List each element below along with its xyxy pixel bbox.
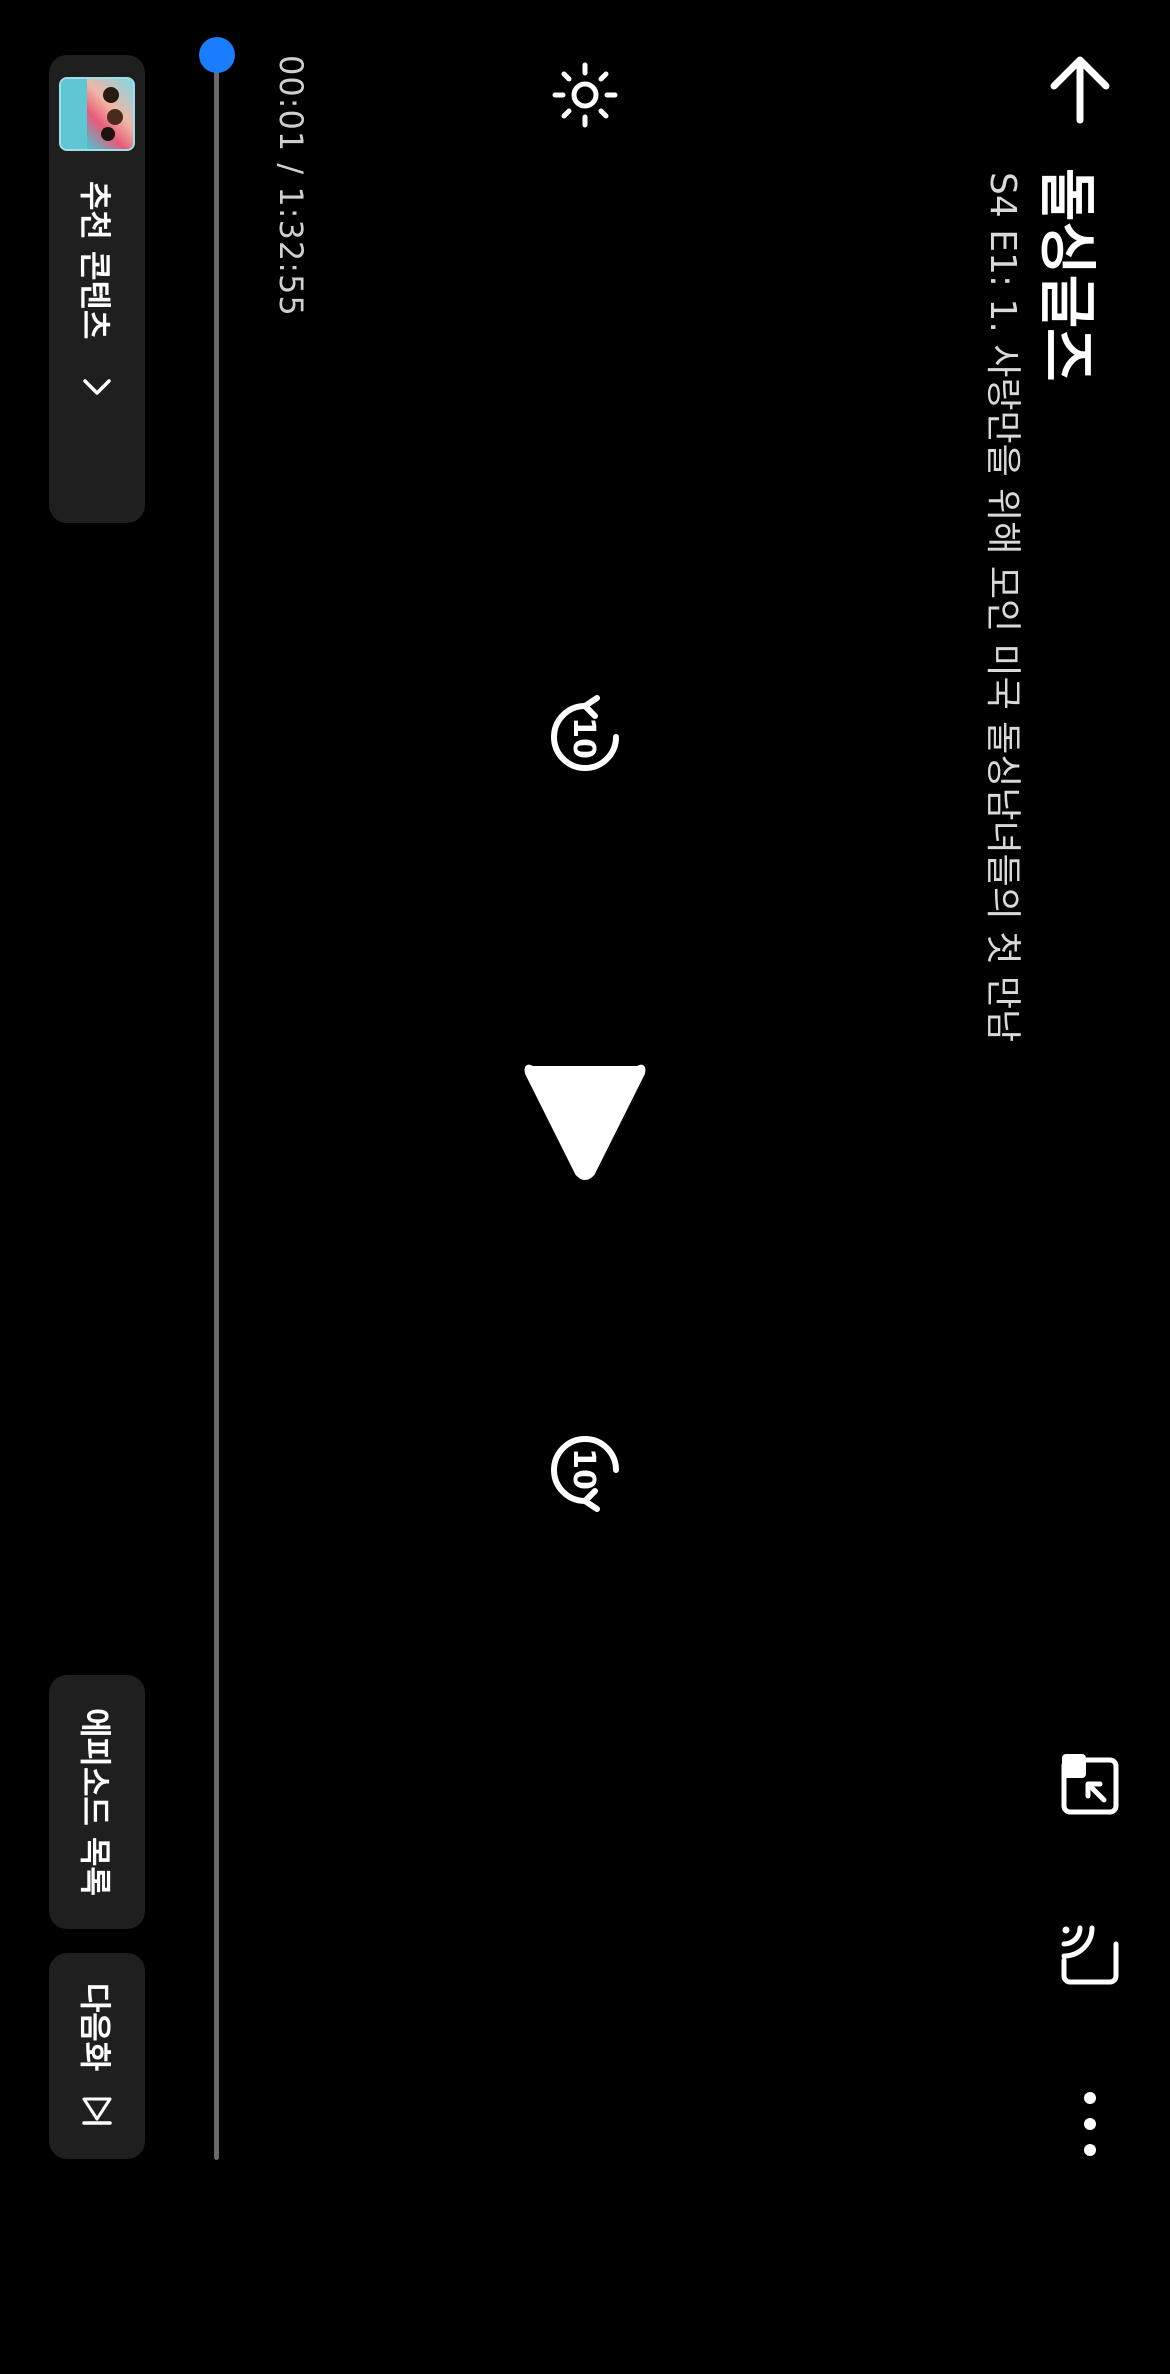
skip-next-icon bbox=[82, 2097, 112, 2125]
seekbar-track[interactable] bbox=[214, 55, 219, 2160]
next-episode-label: 다음화 bbox=[76, 1982, 114, 2072]
back-button[interactable] bbox=[1030, 40, 1130, 140]
cast-icon bbox=[1061, 1925, 1119, 1985]
pip-button[interactable] bbox=[1046, 1744, 1130, 1824]
rewind-seconds-label: 10 bbox=[566, 717, 601, 759]
recommended-content-button[interactable]: 추천 콘텐츠 bbox=[49, 55, 145, 523]
next-episode-button[interactable]: 다음화 bbox=[49, 1953, 145, 2159]
seekbar-handle[interactable] bbox=[199, 37, 235, 73]
episode-list-button[interactable]: 에피소드 목록 bbox=[49, 1675, 145, 1929]
arrow-left-icon bbox=[1050, 56, 1110, 124]
time-display: 00:01 / 1:32:55 bbox=[272, 55, 310, 317]
recommended-label: 추천 콘텐츠 bbox=[76, 181, 114, 340]
rewind-button[interactable]: 10 bbox=[540, 692, 630, 782]
brightness-button[interactable] bbox=[545, 55, 625, 135]
play-icon bbox=[524, 1064, 646, 1180]
chevron-right-icon bbox=[83, 379, 111, 396]
more-horizontal-icon bbox=[1084, 2092, 1096, 2156]
video-player-screen: 돌싱글즈 S4 E1: 1. 사랑만을 위해 모인 미국 돌싱남녀들의 첫 만남 bbox=[0, 0, 1170, 2374]
recommended-thumbnail bbox=[59, 77, 135, 151]
forward-seconds-label: 10 bbox=[566, 1448, 601, 1490]
play-button[interactable] bbox=[520, 1055, 650, 1185]
forward-button[interactable]: 10 bbox=[540, 1425, 630, 1515]
page-title: 돌싱글즈 bbox=[1033, 168, 1101, 382]
cast-button[interactable] bbox=[1046, 1914, 1130, 1994]
forward-10-icon: 10 bbox=[551, 1436, 619, 1512]
brightness-icon bbox=[552, 62, 618, 128]
episode-list-label: 에피소드 목록 bbox=[76, 1708, 114, 1896]
episode-subtitle: S4 E1: 1. 사랑만을 위해 모인 미국 돌싱남녀들의 첫 만남 bbox=[982, 172, 1023, 1043]
player-overlay[interactable]: 돌싱글즈 S4 E1: 1. 사랑만을 위해 모인 미국 돌싱남녀들의 첫 만남 bbox=[0, 0, 1170, 2374]
picture-in-picture-icon bbox=[1061, 1754, 1119, 1815]
rewind-10-icon: 10 bbox=[551, 695, 619, 771]
more-button[interactable] bbox=[1046, 2084, 1130, 2164]
